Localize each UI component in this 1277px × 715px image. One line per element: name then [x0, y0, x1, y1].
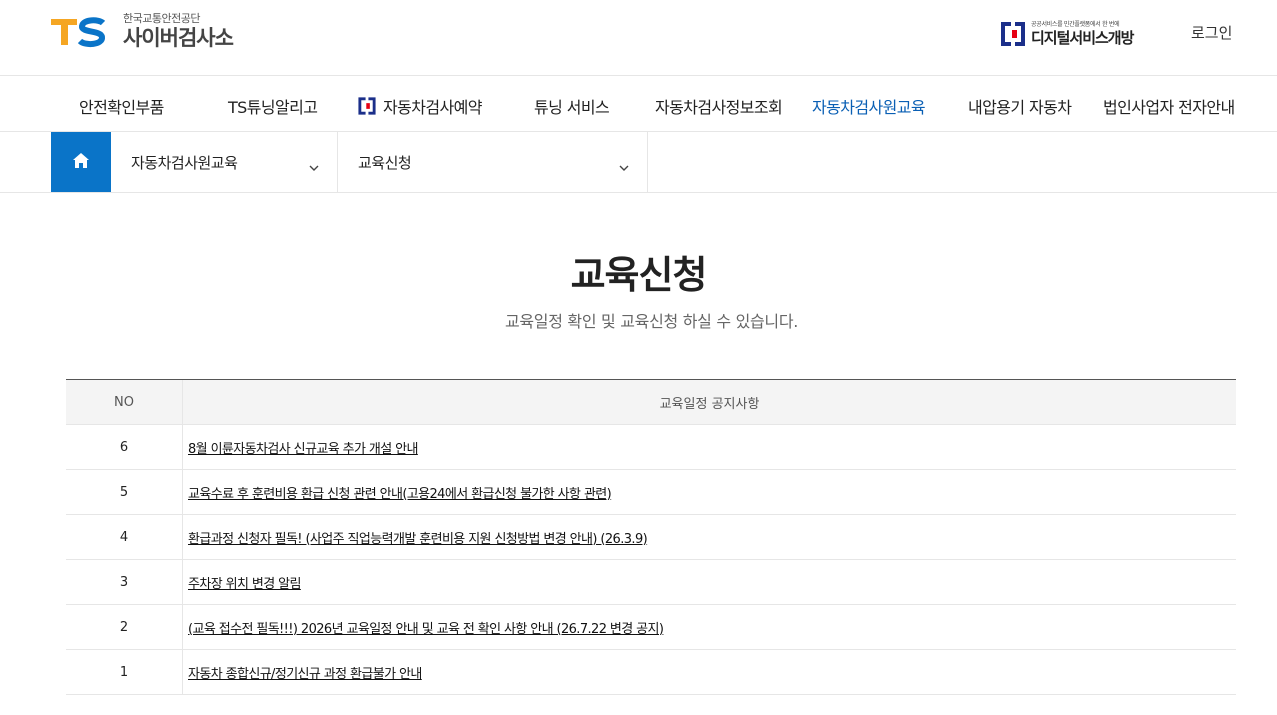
notice-link[interactable]: 주차장 위치 변경 알림 [188, 573, 301, 592]
site-header: 한국교통안전공단 사이버검사소 공공서비스를 민간플랫폼에서 한 번에 디지털서… [0, 0, 1277, 76]
logo-subtitle: 한국교통안전공단 [123, 12, 200, 25]
digital-service-title: 디지털서비스개방 [1031, 29, 1134, 47]
row-title-cell: 자동차 종합신규/정기신규 과정 환급불가 안내 [183, 650, 1236, 694]
nav-item-ts-tuning[interactable]: TS튜닝알리고 [228, 94, 318, 118]
row-number: 3 [66, 560, 183, 604]
row-number: 1 [66, 650, 183, 694]
nav-item-label: 자동차검사예약 [383, 98, 482, 117]
digital-service-subtitle: 공공서비스를 민간플랫폼에서 한 번에 [1031, 21, 1120, 28]
nav-item-safety-parts[interactable]: 안전확인부품 [79, 94, 164, 118]
row-title-cell: 주차장 위치 변경 알림 [183, 560, 1236, 604]
table-row: 5 교육수료 후 훈련비용 환급 신청 관련 안내(고용24에서 환급신청 불가… [66, 470, 1236, 515]
digital-service-text: 공공서비스를 민간플랫폼에서 한 번에 디지털서비스개방 [1031, 21, 1134, 47]
table-row: 6 8월 이륜자동차검사 신규교육 추가 개설 안내 [66, 425, 1236, 470]
nav-item-inspection-reservation[interactable]: 자동차검사예약 [357, 94, 482, 120]
digital-service-banner[interactable]: 공공서비스를 민간플랫폼에서 한 번에 디지털서비스개방 [999, 20, 1134, 48]
column-header-title: 교육일정 공지사항 [659, 396, 760, 412]
column-header-no: NO [66, 380, 183, 424]
notice-table: NO 교육일정 공지사항 6 8월 이륜자동차검사 신규교육 추가 개설 안내 … [66, 379, 1236, 695]
row-number: 6 [66, 425, 183, 469]
notice-link[interactable]: 환급과정 신청자 필독! (사업주 직업능력개발 훈련비용 지원 신청방법 변경… [188, 528, 648, 547]
chevron-down-icon [619, 157, 629, 176]
ts-logo-icon [51, 15, 109, 49]
row-number: 2 [66, 605, 183, 649]
breadcrumb-level2-select[interactable]: 교육신청 [338, 132, 648, 192]
table-header: NO 교육일정 공지사항 [66, 380, 1236, 425]
row-number: 5 [66, 470, 183, 514]
breadcrumb-level1-label: 자동차검사원교육 [131, 153, 238, 172]
logo-text: 한국교통안전공단 사이버검사소 [123, 12, 234, 51]
main-nav: 안전확인부품 TS튜닝알리고 자동차검사예약 튜닝 서비스 자동차검사정보조회 … [0, 76, 1277, 132]
page-description: 교육일정 확인 및 교육신청 하실 수 있습니다. [504, 312, 799, 331]
site-logo[interactable]: 한국교통안전공단 사이버검사소 [51, 12, 234, 51]
logo-title: 사이버검사소 [123, 26, 234, 50]
nav-item-corporate-notice[interactable]: 법인사업자 전자안내 [1103, 94, 1235, 118]
table-row: 3 주차장 위치 변경 알림 [66, 560, 1236, 605]
chevron-down-icon [309, 157, 319, 176]
row-number: 4 [66, 515, 183, 559]
table-row: 1 자동차 종합신규/정기신규 과정 환급불가 안내 [66, 650, 1236, 695]
notice-link[interactable]: 자동차 종합신규/정기신규 과정 환급불가 안내 [188, 663, 422, 682]
notice-link[interactable]: 8월 이륜자동차검사 신규교육 추가 개설 안내 [188, 438, 418, 457]
home-icon [73, 152, 89, 172]
login-link[interactable]: 로그인 [1191, 22, 1232, 43]
breadcrumb-level2-label: 교육신청 [358, 153, 412, 172]
breadcrumb-level1-select[interactable]: 자동차검사원교육 [111, 132, 338, 192]
table-row: 4 환급과정 신청자 필독! (사업주 직업능력개발 훈련비용 지원 신청방법 … [66, 515, 1236, 560]
row-title-cell: 교육수료 후 훈련비용 환급 신청 관련 안내(고용24에서 환급신청 불가한 … [183, 470, 1236, 514]
nav-item-tuning-service[interactable]: 튜닝 서비스 [534, 94, 610, 118]
nav-item-pressure-vessel[interactable]: 내압용기 자동차 [968, 94, 1072, 118]
row-title-cell: (교육 접수전 필독!!!) 2026년 교육일정 안내 및 교육 전 확인 사… [183, 605, 1236, 649]
digital-service-icon [357, 96, 377, 120]
nav-item-inspector-education[interactable]: 자동차검사원교육 [812, 94, 926, 118]
breadcrumb: 자동차검사원교육 교육신청 [0, 132, 1277, 193]
nav-item-inspection-info[interactable]: 자동차검사정보조회 [655, 94, 783, 118]
home-button[interactable] [51, 132, 111, 192]
digital-service-icon [999, 20, 1027, 48]
page-title: 교육신청 [570, 253, 708, 297]
row-title-cell: 8월 이륜자동차검사 신규교육 추가 개설 안내 [183, 425, 1236, 469]
notice-link[interactable]: 교육수료 후 훈련비용 환급 신청 관련 안내(고용24에서 환급신청 불가한 … [188, 483, 612, 502]
table-row: 2 (교육 접수전 필독!!!) 2026년 교육일정 안내 및 교육 전 확인… [66, 605, 1236, 650]
row-title-cell: 환급과정 신청자 필독! (사업주 직업능력개발 훈련비용 지원 신청방법 변경… [183, 515, 1236, 559]
notice-link[interactable]: (교육 접수전 필독!!!) 2026년 교육일정 안내 및 교육 전 확인 사… [188, 618, 664, 637]
